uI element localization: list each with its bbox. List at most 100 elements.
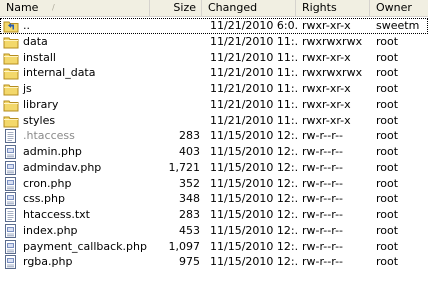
file-owner: root xyxy=(376,82,399,95)
file-owner: root xyxy=(376,129,399,143)
text-file-icon xyxy=(3,129,19,144)
file-row-admindav-php[interactable]: admindav.php 1,721 11/15/2010 12:... rw-r--… xyxy=(0,160,428,176)
column-header-name-label: Name xyxy=(6,1,39,14)
file-size: 283 xyxy=(179,129,200,143)
folder-icon xyxy=(3,66,19,80)
file-owner: root xyxy=(376,50,399,64)
sort-ascending-icon: / xyxy=(52,3,55,12)
file-name-cell: htaccess.txt xyxy=(3,207,173,223)
php-file-icon xyxy=(3,223,19,238)
file-changed: 11/21/2010 11:... xyxy=(210,66,298,80)
file-changed: 11/15/2010 12:... xyxy=(210,145,298,158)
file-list: .. 11/21/2010 6:0... rwxr-xr-x sweetm data 11… xyxy=(0,18,428,270)
folder-icon xyxy=(3,35,19,49)
file-size: 453 xyxy=(179,223,200,237)
file-size xyxy=(150,34,200,50)
text-file-icon xyxy=(3,208,19,222)
file-name: cron.php xyxy=(23,176,72,190)
file-name: admin.php xyxy=(23,145,82,158)
file-size xyxy=(150,18,200,34)
file-owner: root xyxy=(376,34,399,48)
column-header-rights-label: Rights xyxy=(302,1,337,14)
file-rights: rw-r--r-- xyxy=(302,129,344,143)
file-row-htaccess-txt[interactable]: htaccess.txt 283 11/15/2010 12:... rw-r--r-… xyxy=(0,207,428,223)
file-rights: rw-r--r-- xyxy=(302,176,344,190)
file-row-data[interactable]: data 11/21/2010 11:... rwxrwxrwx root xyxy=(0,34,428,50)
file-row-index-php[interactable]: index.php 453 11/15/2010 12:... rw-r--r-- ro… xyxy=(0,223,428,239)
file-name: .htaccess xyxy=(23,129,75,143)
file-rights: rw-r--r-- xyxy=(302,223,344,237)
file-changed: 11/21/2010 11:... xyxy=(210,82,298,95)
file-owner: root xyxy=(376,208,399,221)
file-changed: 11/15/2010 12:... xyxy=(210,160,298,174)
file-row-rgba-php[interactable]: rgba.php 975 11/15/2010 12:... rw-r--r-- roo… xyxy=(0,254,428,270)
file-name: data xyxy=(23,34,48,48)
file-row-payment-callback-php[interactable]: payment_callback.php 1,097 11/15/2010 12:.… xyxy=(0,239,428,255)
file-name-cell: payment_callback.php xyxy=(3,239,173,255)
column-header-size-label: Size xyxy=(173,1,196,14)
file-owner: root xyxy=(376,223,399,237)
column-header-size[interactable]: Size xyxy=(150,0,202,16)
file-row-css-php[interactable]: css.php 348 11/15/2010 12:... rw-r--r-- root xyxy=(0,191,428,207)
file-name: payment_callback.php xyxy=(23,239,147,253)
file-name: styles xyxy=(23,113,56,127)
file-name: library xyxy=(23,97,59,111)
file-owner: root xyxy=(376,145,399,158)
file-name-cell: data xyxy=(3,34,173,50)
column-header-owner[interactable]: Owner xyxy=(370,0,428,16)
file-size: 1,097 xyxy=(168,239,201,253)
file-name: admindav.php xyxy=(23,160,102,174)
file-rights: rwxrwxrwx xyxy=(302,66,363,80)
file-name-cell: .htaccess xyxy=(3,128,173,144)
php-file-icon xyxy=(3,192,19,207)
file-changed: 11/21/2010 11:... xyxy=(210,97,298,111)
file-changed: 11/15/2010 12:... xyxy=(210,239,298,253)
file-size: 352 xyxy=(179,176,200,190)
file-name-cell: styles xyxy=(3,113,173,129)
folder-icon xyxy=(3,51,19,65)
file-row-admin-php[interactable]: admin.php 403 11/15/2010 12:... rw-r--r-- ro… xyxy=(0,144,428,160)
file-changed: 11/21/2010 11:... xyxy=(210,50,298,64)
file-name: .. xyxy=(23,19,30,32)
file-name: rgba.php xyxy=(23,255,73,269)
file-rights: rw-r--r-- xyxy=(302,160,344,174)
folder-icon xyxy=(3,114,19,128)
file-row-parent[interactable]: .. 11/21/2010 6:0... rwxr-xr-x sweetm xyxy=(0,18,428,34)
file-owner: root xyxy=(376,66,399,80)
column-header-changed[interactable]: Changed xyxy=(202,0,296,16)
file-row-library[interactable]: library 11/21/2010 11:... rwxr-xr-x root xyxy=(0,97,428,113)
column-header-changed-label: Changed xyxy=(208,1,258,14)
file-row-internal-data[interactable]: internal_data 11/21/2010 11:... rwxrwxrwx r… xyxy=(0,65,428,81)
file-name-cell: js xyxy=(3,81,173,97)
file-name: install xyxy=(23,50,56,64)
file-row-styles[interactable]: styles 11/21/2010 11:... rwxr-xr-x root xyxy=(0,113,428,129)
file-changed: 11/15/2010 12:... xyxy=(210,223,298,237)
file-owner: root xyxy=(376,176,399,190)
file-rights: rwxr-xr-x xyxy=(302,82,351,95)
file-owner: root xyxy=(376,192,399,206)
file-row-dot-htaccess[interactable]: .htaccess 283 11/15/2010 12:... rw-r--r-- ro… xyxy=(0,128,428,144)
file-changed: 11/15/2010 12:... xyxy=(210,208,298,221)
file-owner: sweetm xyxy=(376,19,420,32)
file-row-js[interactable]: js 11/21/2010 11:... rwxr-xr-x root xyxy=(0,81,428,97)
file-changed: 11/15/2010 12:... xyxy=(210,129,298,143)
file-owner: root xyxy=(376,160,399,174)
file-name-cell: cron.php xyxy=(3,176,173,192)
file-name-cell: install xyxy=(3,50,173,66)
file-changed: 11/21/2010 11:... xyxy=(210,113,298,127)
file-rights: rw-r--r-- xyxy=(302,145,344,158)
file-name: internal_data xyxy=(23,66,96,80)
php-file-icon xyxy=(3,239,19,254)
file-changed: 11/21/2010 6:0... xyxy=(210,19,298,32)
file-rights: rwxr-xr-x xyxy=(302,97,351,111)
file-rights: rw-r--r-- xyxy=(302,192,344,206)
file-size xyxy=(150,81,200,97)
column-header-name[interactable]: Name / xyxy=(0,0,150,16)
file-list-panel: Name / Size Changed Rights Owner .. 11/21… xyxy=(0,0,428,300)
file-row-install[interactable]: install 11/21/2010 11:... rwxr-xr-x root xyxy=(0,50,428,66)
column-header-rights[interactable]: Rights xyxy=(296,0,370,16)
file-name: css.php xyxy=(23,192,65,206)
file-row-cron-php[interactable]: cron.php 352 11/15/2010 12:... rw-r--r-- roo… xyxy=(0,176,428,192)
file-size: 403 xyxy=(179,145,200,158)
file-rights: rw-r--r-- xyxy=(302,255,344,269)
